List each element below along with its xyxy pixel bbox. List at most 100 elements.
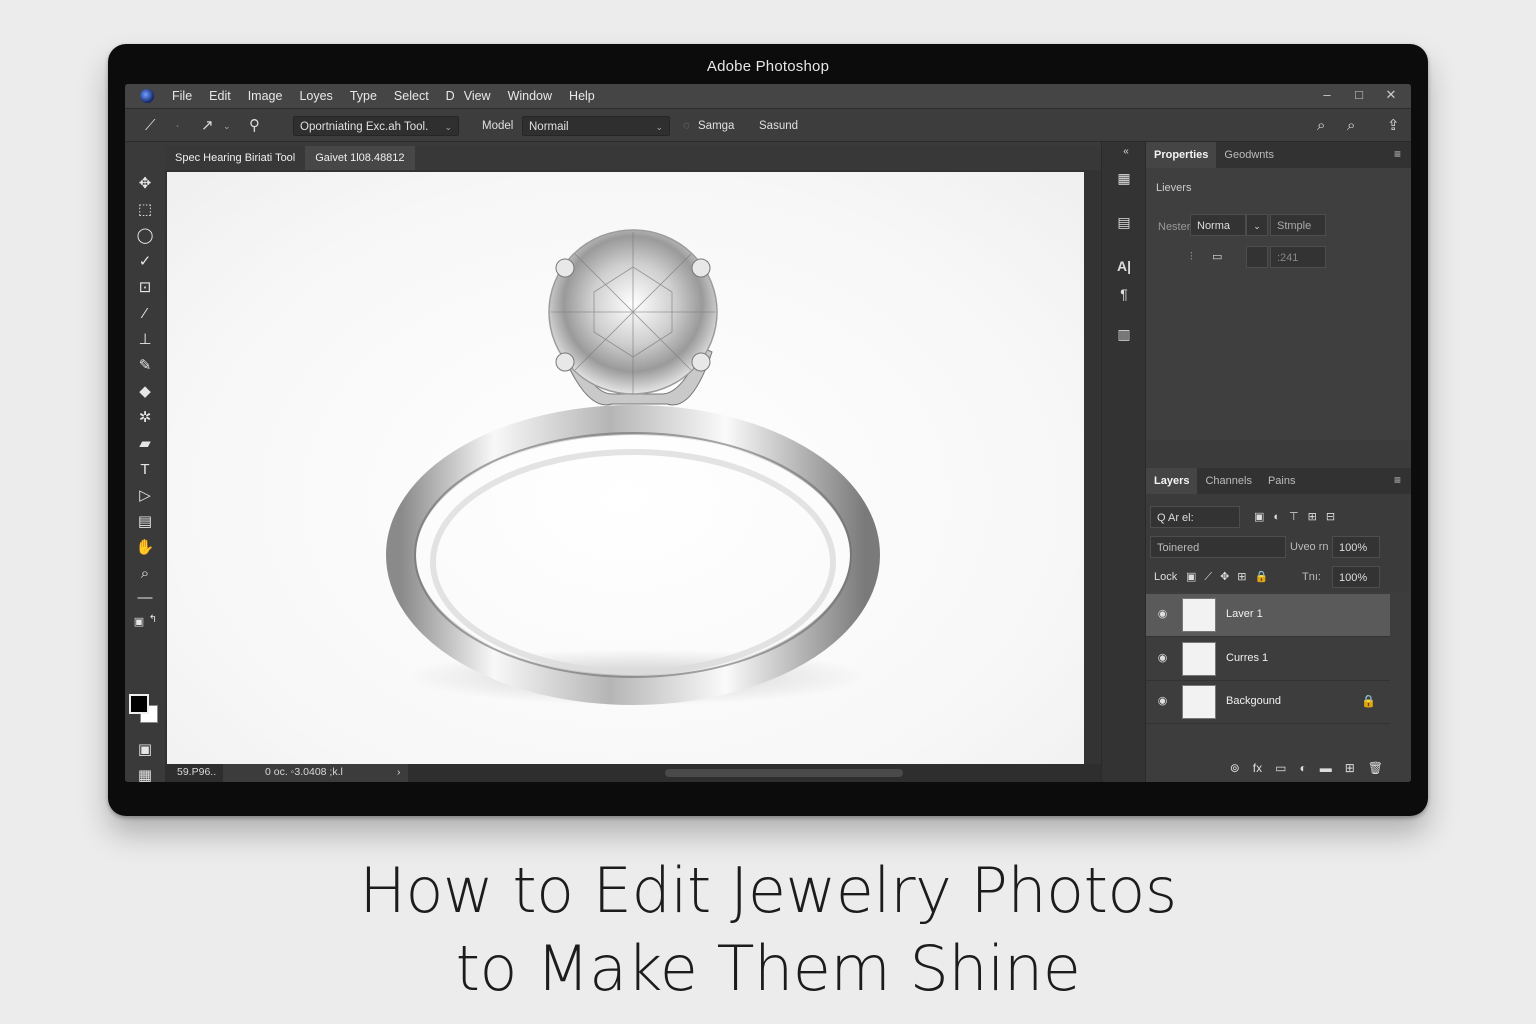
tab-geodwnts[interactable]: Geodwnts: [1216, 142, 1282, 168]
hand-tool-icon[interactable]: ✋: [135, 538, 155, 558]
mode-dropdown[interactable]: Norma: [1190, 214, 1246, 236]
properties-section-label: Lievers: [1156, 182, 1192, 194]
menu-d[interactable]: D: [446, 89, 455, 103]
lock-icons[interactable]: ▣⟋✥⊞🔒: [1186, 566, 1276, 588]
history-panel-icon[interactable]: ▦: [1114, 168, 1134, 188]
add-mask-icon[interactable]: ▭: [1275, 761, 1286, 775]
layer-row[interactable]: ◉ Laver 1: [1146, 594, 1390, 637]
group-icon[interactable]: ▬: [1320, 761, 1332, 775]
brush-icon[interactable]: ⟋: [145, 116, 156, 136]
layer-style-icon[interactable]: fx: [1253, 761, 1262, 775]
menu-layers[interactable]: Loyes: [299, 89, 332, 103]
layer-filter-icons[interactable]: ▣◐⊤⊞⊟: [1254, 506, 1344, 528]
tab-paths[interactable]: Pains: [1260, 468, 1304, 494]
panel-menu-icon[interactable]: ≡: [1394, 147, 1401, 161]
crop-tool-icon[interactable]: ⊡: [135, 278, 155, 298]
quick-mask-icon[interactable]: ▣: [135, 740, 155, 760]
laptop-frame: Adobe Photoshop File Edit Image Loyes Ty…: [108, 44, 1428, 816]
tool-preset-dropdown[interactable]: Oportniating Exc.ah Tool. ⌄: [293, 116, 459, 136]
quick-select-tool-icon[interactable]: ✓: [135, 252, 155, 272]
layer-row[interactable]: ◉ Backgound 🔒: [1146, 681, 1390, 724]
pen-tool-icon[interactable]: ↗: [201, 116, 214, 136]
menu-view[interactable]: View: [464, 89, 491, 103]
fill-label: Tnı:: [1302, 571, 1321, 583]
zoom-tool-icon[interactable]: ⌕: [135, 564, 155, 584]
zoom-level[interactable]: 59.P96..: [177, 766, 216, 778]
paragraph-panel-icon[interactable]: ¶: [1114, 284, 1134, 304]
visibility-eye-icon[interactable]: ◉: [1156, 608, 1169, 621]
lasso-tool-icon[interactable]: ◯: [135, 226, 155, 246]
path-select-tool-icon[interactable]: ▷: [135, 486, 155, 506]
menu-help[interactable]: Help: [569, 89, 595, 103]
samga-toggle[interactable]: Samga: [698, 116, 734, 136]
visibility-eye-icon[interactable]: ◉: [1156, 652, 1169, 665]
clone-stamp-tool-icon[interactable]: ✲: [135, 408, 155, 428]
lock-icon[interactable]: 🔒: [1361, 694, 1376, 708]
delete-layer-icon[interactable]: 🗑: [1368, 761, 1383, 775]
collapse-icon[interactable]: «: [1116, 142, 1136, 162]
menu-select[interactable]: Select: [394, 89, 429, 103]
lock-label: Lock: [1154, 571, 1178, 583]
layer-filter-dropdown[interactable]: Q Ar el:: [1150, 506, 1240, 528]
layer-thumbnail: [1182, 642, 1216, 676]
type-tool-icon[interactable]: T: [135, 460, 155, 480]
status-menu-icon[interactable]: ›: [397, 766, 401, 778]
marquee-tool-icon[interactable]: ⬚: [135, 200, 155, 220]
tab-layers[interactable]: Layers: [1146, 468, 1198, 494]
eyedropper-tool-icon[interactable]: ⁄: [135, 304, 155, 324]
panel-menu-icon[interactable]: ≡: [1394, 473, 1401, 487]
status-bar: 59.P96.. 0 oc. ◦3.0408 ;k.l ›: [165, 764, 1101, 782]
link-layers-icon[interactable]: ⊚: [1230, 761, 1240, 775]
brush-tool-icon[interactable]: ✎: [135, 356, 155, 376]
canvas-area: [165, 170, 1115, 764]
minimize-button[interactable]: –: [1321, 87, 1333, 103]
tab-document-2[interactable]: Gaivet 1l08.48812: [305, 146, 415, 170]
blend-mode-dropdown[interactable]: Toinered: [1150, 536, 1286, 558]
color-box[interactable]: [1246, 246, 1268, 268]
sasund-toggle[interactable]: Sasund: [759, 116, 798, 136]
chevron-down-icon[interactable]: ⌄: [1246, 214, 1268, 236]
more-tools-icon[interactable]: —: [135, 588, 155, 608]
menu-file[interactable]: File: [172, 89, 192, 103]
stamp-icon[interactable]: ⚲: [249, 116, 260, 136]
swatches-panel-icon[interactable]: ▤: [1114, 212, 1134, 232]
character-panel-icon[interactable]: A|: [1114, 256, 1134, 276]
document-canvas[interactable]: [167, 172, 1084, 764]
chevron-down-icon: ⌄: [444, 122, 452, 132]
horizontal-scrollbar[interactable]: [665, 769, 903, 777]
search-icon[interactable]: ⌕: [1317, 116, 1325, 136]
gradient-tool-icon[interactable]: ▰: [135, 434, 155, 454]
swap-colors-icon[interactable]: ↰: [143, 610, 163, 630]
model-dropdown[interactable]: Normail ⌄: [522, 116, 670, 136]
share-icon[interactable]: ⇪: [1387, 116, 1400, 136]
layer-row[interactable]: ◉ Curres 1: [1146, 638, 1390, 681]
fill-field[interactable]: 100%: [1332, 566, 1380, 588]
value-field[interactable]: :241: [1270, 246, 1326, 268]
visibility-eye-icon[interactable]: ◉: [1156, 695, 1169, 708]
adjustments-panel-icon[interactable]: ▥: [1114, 324, 1134, 344]
new-layer-icon[interactable]: ⊞: [1345, 761, 1355, 775]
zoom-icon[interactable]: ⌕: [1347, 116, 1355, 136]
mask-icon[interactable]: ▭: [1212, 246, 1222, 268]
mode-alt-button[interactable]: Stmple: [1270, 214, 1326, 236]
menu-window[interactable]: Window: [508, 89, 552, 103]
menu-edit[interactable]: Edit: [209, 89, 231, 103]
menu-type[interactable]: Type: [350, 89, 377, 103]
adjustment-layer-icon[interactable]: ◐: [1299, 761, 1306, 775]
foreground-color-swatch[interactable]: [129, 694, 149, 714]
shape-tool-icon[interactable]: ▤: [135, 512, 155, 532]
close-button[interactable]: ✕: [1385, 87, 1397, 103]
opacity-field[interactable]: 100%: [1332, 536, 1380, 558]
tab-document-1[interactable]: Spec Hearing Biriati Tool: [165, 146, 305, 170]
right-panels: Properties Geodwnts ≡ Lievers Nester Nor…: [1145, 142, 1411, 782]
eraser-tool-icon[interactable]: ◆: [135, 382, 155, 402]
headline-line-2: to Make Them Shine: [455, 932, 1081, 1005]
move-tool-icon[interactable]: ✥: [135, 174, 155, 194]
tab-channels[interactable]: Channels: [1197, 468, 1259, 494]
maximize-button[interactable]: □: [1353, 87, 1365, 103]
healing-tool-icon[interactable]: ⊥: [135, 330, 155, 350]
menu-image[interactable]: Image: [248, 89, 283, 103]
tab-properties[interactable]: Properties: [1146, 142, 1217, 168]
screen-mode-icon[interactable]: ▦: [135, 766, 155, 782]
chevron-down-icon[interactable]: ⌄: [223, 116, 231, 136]
